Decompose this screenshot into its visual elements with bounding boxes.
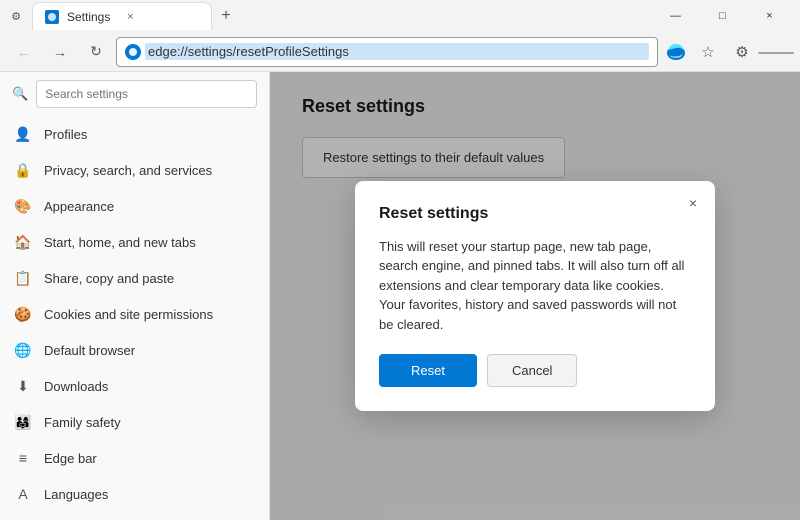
sidebar-icon: 🍪 [14, 305, 32, 323]
sidebar-icon: 📋 [14, 269, 32, 287]
active-tab[interactable]: Settings × [32, 2, 212, 30]
dialog-title: Reset settings [379, 205, 691, 223]
sidebar-item-privacy-search-and-services[interactable]: 🔒 Privacy, search, and services [0, 152, 269, 188]
sidebar-item-profiles[interactable]: 👤 Profiles [0, 116, 269, 152]
sidebar-icon: 👨‍👩‍👧 [14, 413, 32, 431]
sidebar-item-edge-bar[interactable]: ≡ Edge bar [0, 440, 269, 476]
title-bar-left: ⚙ [8, 8, 24, 24]
sidebar-item-label: Cookies and site permissions [44, 307, 213, 322]
toolbar-icons: ☆ ⚙ ⸻ [662, 36, 792, 68]
sidebar-item-label: Default browser [44, 343, 135, 358]
settings-favicon: ⚙ [8, 8, 24, 24]
sidebar-item-downloads[interactable]: ⬇ Downloads [0, 368, 269, 404]
sidebar-icon: 🎨 [14, 197, 32, 215]
secure-icon [125, 44, 141, 60]
sidebar-icon: ≡ [14, 449, 32, 467]
tab-bar: Settings × + [32, 2, 645, 30]
sidebar-item-label: Downloads [44, 379, 108, 394]
extensions-icon[interactable]: ⸻ [760, 36, 792, 68]
cancel-button[interactable]: Cancel [487, 354, 577, 387]
sidebar-item-label: Family safety [44, 415, 121, 430]
tab-close-button[interactable]: × [122, 9, 138, 25]
sidebar-item-languages[interactable]: A Languages [0, 476, 269, 512]
sidebar-item-label: Share, copy and paste [44, 271, 174, 286]
tab-title: Settings [67, 10, 110, 24]
search-box: 🔍 [0, 72, 269, 116]
address-text[interactable]: edge://settings/resetProfileSettings [145, 43, 649, 60]
sidebar-item-label: Privacy, search, and services [44, 163, 212, 178]
minimize-button[interactable]: — [653, 0, 698, 32]
collections-icon[interactable]: ⚙ [726, 36, 758, 68]
sidebar-item-label: Start, home, and new tabs [44, 235, 196, 250]
refresh-button[interactable]: ↻ [80, 36, 112, 68]
reset-confirm-button[interactable]: Reset [379, 354, 477, 387]
sidebar-icon: ⬇ [14, 377, 32, 395]
sidebar-icon: 🏠 [14, 233, 32, 251]
reset-dialog: × Reset settings This will reset your st… [355, 181, 715, 412]
modal-overlay: × Reset settings This will reset your st… [270, 72, 800, 520]
forward-button[interactable]: → [44, 36, 76, 68]
close-button[interactable]: × [747, 0, 792, 32]
sidebar-item-family-safety[interactable]: 👨‍👩‍👧 Family safety [0, 404, 269, 440]
sidebar-icon: A [14, 485, 32, 503]
search-icon: 🔍 [12, 86, 28, 102]
dialog-close-button[interactable]: × [681, 191, 705, 215]
address-bar[interactable]: edge://settings/resetProfileSettings [116, 37, 658, 67]
sidebar-items-container: 👤 Profiles 🔒 Privacy, search, and services 🎨… [0, 116, 269, 520]
sidebar-item-label: Edge bar [44, 451, 97, 466]
sidebar-item-share-copy-and-paste[interactable]: 📋 Share, copy and paste [0, 260, 269, 296]
page-content: Reset settings Restore settings to their… [270, 72, 800, 520]
sidebar-item-label: Appearance [44, 199, 114, 214]
sidebar-item-printers[interactable]: 🖨Printers [0, 512, 269, 520]
sidebar: 🔍 👤 Profiles 🔒 Privacy, search, and service… [0, 72, 270, 520]
title-bar: ⚙ Settings × + — □ × [0, 0, 800, 32]
toolbar: ← → ↻ edge://settings/resetProfileSettin… [0, 32, 800, 72]
main-content: 🔍 👤 Profiles 🔒 Privacy, search, and service… [0, 72, 800, 520]
edge-logo-icon [662, 38, 690, 66]
sidebar-item-label: Profiles [44, 127, 87, 142]
sidebar-item-label: Languages [44, 487, 108, 502]
dialog-body: This will reset your startup page, new t… [379, 237, 691, 335]
tab-favicon-icon [45, 10, 59, 24]
sidebar-item-start-home-and-new-tabs[interactable]: 🏠 Start, home, and new tabs [0, 224, 269, 260]
sidebar-icon: 🔒 [14, 161, 32, 179]
sidebar-item-appearance[interactable]: 🎨 Appearance [0, 188, 269, 224]
window-controls: — □ × [653, 0, 792, 32]
browser-frame: ⚙ Settings × + — □ × ← → ↻ edge://se [0, 0, 800, 520]
search-input[interactable] [36, 80, 257, 108]
back-button[interactable]: ← [8, 36, 40, 68]
new-tab-button[interactable]: + [212, 2, 240, 30]
sidebar-item-cookies-and-site-permissions[interactable]: 🍪 Cookies and site permissions [0, 296, 269, 332]
favorites-icon[interactable]: ☆ [692, 36, 724, 68]
maximize-button[interactable]: □ [700, 0, 745, 32]
sidebar-icon: 🌐 [14, 341, 32, 359]
sidebar-icon: 👤 [14, 125, 32, 143]
sidebar-item-default-browser[interactable]: 🌐 Default browser [0, 332, 269, 368]
dialog-actions: Reset Cancel [379, 354, 691, 387]
